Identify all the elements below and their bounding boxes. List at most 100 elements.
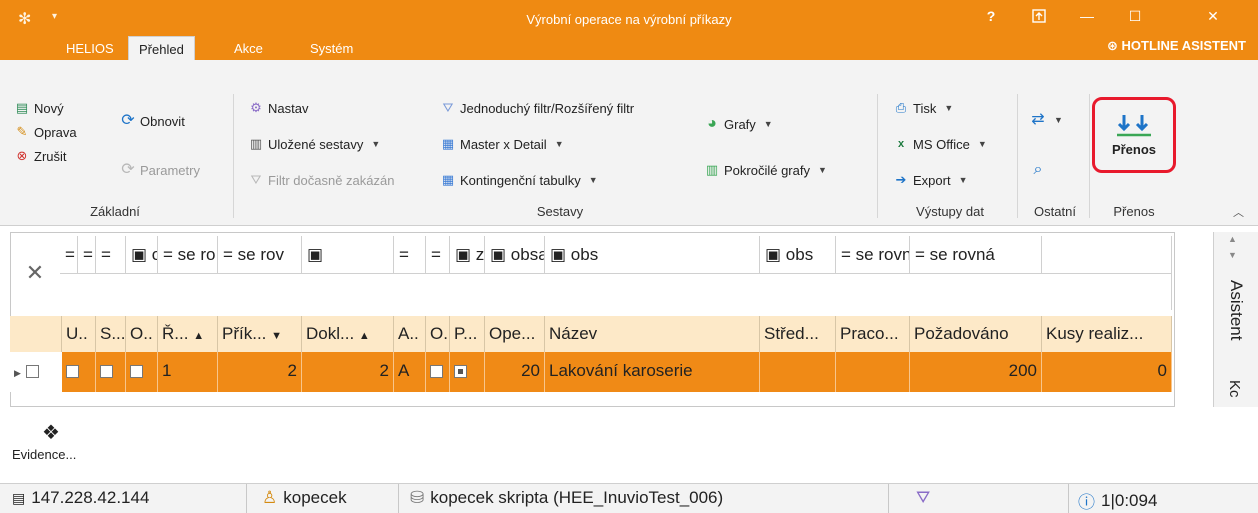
column-header[interactable]: Ř... ▲ <box>158 316 218 352</box>
table-cell <box>96 352 126 392</box>
prenos-button[interactable]: Přenos <box>1092 97 1176 173</box>
parametry-button[interactable]: ⟳ Parametry <box>120 162 200 178</box>
swap-button[interactable]: ⇄ ▼ <box>1030 112 1063 128</box>
tisk-button[interactable]: ⎙ Tisk ▼ <box>893 100 953 116</box>
row-select-checkbox[interactable] <box>25 365 39 379</box>
grafy-button[interactable]: ◕ Grafy ▼ <box>704 116 773 132</box>
filter-input-row[interactable] <box>60 273 1172 310</box>
export-label: Export <box>913 172 951 188</box>
tab-helios[interactable]: HELIOS <box>56 36 124 60</box>
chevron-down-icon: ▼ <box>958 175 968 185</box>
row-selector[interactable]: ▶ <box>10 352 62 392</box>
filter-icon: ⛛ <box>442 100 454 115</box>
clear-filter-icon[interactable]: ✕ <box>10 236 60 310</box>
column-header[interactable]: A.. <box>394 316 426 352</box>
close-button[interactable]: ✕ <box>1190 0 1236 32</box>
master-detail-button[interactable]: ▦ Master x Detail ▼ <box>440 136 564 152</box>
export-button[interactable]: ➔ Export ▼ <box>893 172 968 188</box>
kontingencni-tabulky-button[interactable]: ▦ Kontingenční tabulky ▼ <box>440 172 598 188</box>
filter-cell[interactable]: = <box>394 236 426 273</box>
obnovit-button[interactable]: ⟳ Obnovit <box>120 113 185 129</box>
filter-cell[interactable]: = se ro <box>158 236 218 273</box>
nastav-button[interactable]: ⚙ Nastav <box>248 100 308 116</box>
oprava-button[interactable]: ✎ Oprava <box>14 124 77 140</box>
filtr-zakazan-button[interactable]: ⛛ Filtr dočasně zakázán <box>248 172 395 188</box>
column-header[interactable]: Přík... ▼ <box>218 316 302 352</box>
filter-cell[interactable]: ▣ obs <box>760 236 836 273</box>
checkbox[interactable] <box>66 365 79 379</box>
jednoduchy-filtr-button[interactable]: ⛛ Jednoduchý filtr/Rozšířený filtr <box>440 100 635 116</box>
column-header[interactable]: Střed... <box>760 316 836 352</box>
column-header[interactable]: S... <box>96 316 126 352</box>
filter-cell[interactable]: = se rovná <box>910 236 1042 273</box>
column-header[interactable]: Dokl... ▲ <box>302 316 394 352</box>
column-header[interactable]: O.. <box>126 316 158 352</box>
column-header[interactable]: O.. <box>426 316 450 352</box>
column-header[interactable]: U.. <box>62 316 96 352</box>
sidebar-tab-k[interactable]: Kc <box>1226 380 1243 398</box>
saved-reports-icon: ▥ <box>249 136 263 151</box>
chevron-down-icon: ▼ <box>588 175 598 185</box>
chevron-down-icon: ▼ <box>763 119 773 129</box>
group-label-vystupy: Výstupy dat <box>916 204 984 219</box>
column-header[interactable]: Kusy realiz... <box>1042 316 1172 352</box>
table-cell: 1 <box>158 352 218 392</box>
checkbox[interactable] <box>430 365 443 379</box>
filter-cell[interactable]: ▣ obsahuje <box>485 236 545 273</box>
minimize-button[interactable]: — <box>1064 0 1110 32</box>
column-header[interactable]: Ope... <box>485 316 545 352</box>
filter-cell[interactable]: = se rovná <box>836 236 910 273</box>
collapse-ribbon-icon[interactable]: ︿ <box>1233 204 1244 220</box>
evidence-button[interactable]: ❖ Evidence... <box>12 420 76 462</box>
sort-asc-icon: ▲ <box>358 330 370 342</box>
checkbox[interactable] <box>130 365 143 379</box>
filter-cell[interactable]: ▣ obs <box>545 236 760 273</box>
pin-button[interactable] <box>1016 0 1062 32</box>
column-header[interactable]: Požadováno <box>910 316 1042 352</box>
novy-button[interactable]: ▤ Nový <box>14 100 64 116</box>
parametry-label: Parametry <box>140 162 200 178</box>
checkbox-checked[interactable] <box>454 365 467 379</box>
filter-cell[interactable]: ▣ za <box>450 236 485 273</box>
filter-cell[interactable] <box>1042 236 1172 273</box>
column-header[interactable]: P... <box>450 316 485 352</box>
asistent-label: Asistent <box>1227 280 1246 341</box>
scroll-down-icon[interactable]: ▼ <box>1228 250 1237 260</box>
parameters-icon: ⟳ <box>121 161 135 178</box>
zrusit-button[interactable]: ⊗ Zrušit <box>14 148 67 164</box>
filtr-zakazan-label: Filtr dočasně zakázán <box>268 172 395 188</box>
jednoduchy-filtr-label: Jednoduchý filtr/Rozšířený filtr <box>460 100 635 116</box>
filter-cell[interactable]: ▣ ob <box>126 236 158 273</box>
pokrocile-grafy-button[interactable]: ▥ Pokročilé grafy ▼ <box>704 162 827 178</box>
chevron-down-icon: ▼ <box>1054 115 1063 125</box>
ms-office-button[interactable]: x MS Office ▼ <box>893 136 987 152</box>
status-filter[interactable]: ⛛ <box>916 488 930 508</box>
group-label-zakladni: Základní <box>90 204 140 219</box>
ribbon-tabs: HELIOS Přehled Akce Systém ⊛ HOTLINE ASI… <box>0 32 1258 65</box>
column-header[interactable]: Název <box>545 316 760 352</box>
filter-cell[interactable]: = <box>78 236 96 273</box>
filter-cell[interactable]: ▣ <box>302 236 394 273</box>
tab-akce[interactable]: Akce <box>224 36 273 60</box>
info-label: 1|0:094 <box>1101 490 1158 510</box>
filter-cell[interactable]: = se rov <box>218 236 302 273</box>
sidebar-tab-asistent[interactable]: Asistent <box>1226 280 1246 340</box>
tab-system[interactable]: Systém <box>300 36 363 60</box>
status-user: ♙ kopecek <box>262 488 347 508</box>
filter-cell[interactable]: = <box>96 236 126 273</box>
zrusit-label: Zrušit <box>34 148 67 164</box>
pin-icon <box>1032 9 1046 23</box>
maximize-button[interactable]: ☐ <box>1112 0 1158 32</box>
evidence-label: Evidence... <box>12 447 77 462</box>
checkbox[interactable] <box>100 365 113 379</box>
search-button[interactable]: ⌕ <box>1030 162 1046 178</box>
ulozene-sestavy-button[interactable]: ▥ Uložené sestavy ▼ <box>248 136 380 152</box>
filter-cell[interactable]: = <box>60 236 78 273</box>
chevron-down-icon: ▼ <box>977 139 987 149</box>
hotline-asistent[interactable]: ⊛ HOTLINE ASISTENT <box>1107 38 1246 54</box>
filter-cell[interactable]: = <box>426 236 450 273</box>
column-header[interactable]: Praco... <box>836 316 910 352</box>
help-button[interactable]: ? <box>968 0 1014 32</box>
chevron-down-icon: ▼ <box>817 165 827 175</box>
scroll-up-icon[interactable]: ▲ <box>1228 234 1237 244</box>
